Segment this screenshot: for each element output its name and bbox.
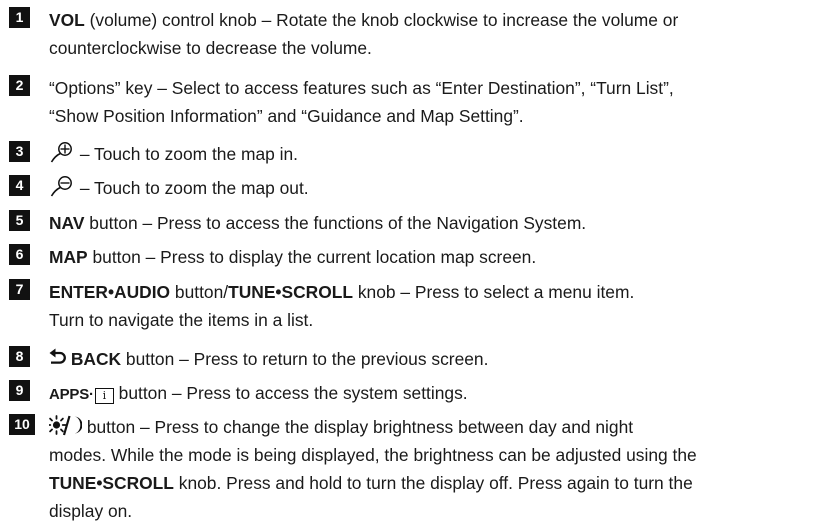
item-text: BACK button – Press to return to the pre… [49,345,488,373]
item-text: – Touch to zoom the map in. [49,140,298,168]
item-number-badge: 5 [9,210,30,231]
item-text: “Options” key – Select to access feature… [49,78,674,126]
item-number-badge: 1 [9,7,30,28]
item-text: VOL (volume) control knob – Rotate the k… [49,10,679,58]
control-name: TUNE•SCROLL [49,473,174,493]
list-item: 3 – Touch to zoom the map in. [9,140,809,168]
list-item: 5 NAV button – Press to access the funct… [9,209,809,237]
item-number-badge: 3 [9,141,30,162]
list-item: 7 ENTER•AUDIO button/TUNE•SCROLL knob – … [9,278,809,334]
control-name: BACK [66,349,122,369]
item-number-badge: 10 [9,414,35,435]
item-text: button – Press to change the display bri… [49,413,697,525]
control-name: VOL [49,10,85,30]
list-item: 9 APPS· i button – Press to access the sy… [9,379,809,409]
control-name: TUNE•SCROLL [228,282,354,302]
control-name: NAV [49,213,85,233]
zoom-in-icon [50,142,72,163]
item-text: APPS· i button – Press to access the syst… [49,383,468,404]
control-name: APPS· [49,386,94,403]
list-item: 8 BACK button – Press to return to the p… [9,345,809,373]
item-number-badge: 4 [9,175,30,196]
item-text: MAP button – Press to display the curren… [49,247,537,267]
item-number-badge: 2 [9,75,30,96]
item-number-badge: 7 [9,279,30,300]
list-item: 10 button – Press to change the display … [9,413,809,525]
back-arrow-icon [49,348,66,364]
list-item: 2 “Options” key – Select to access featu… [9,74,809,130]
item-number-badge: 9 [9,380,30,401]
item-text: ENTER•AUDIO button/TUNE•SCROLL knob – Pr… [49,282,635,330]
day-night-icon [49,415,82,436]
list-item: 1 VOL (volume) control knob – Rotate the… [9,6,809,62]
list-item: 6 MAP button – Press to display the curr… [9,243,809,271]
list-item: 4 – Touch to zoom the map out. [9,174,809,202]
item-number-badge: 8 [9,346,30,367]
zoom-out-icon [50,176,72,197]
item-text: NAV button – Press to access the functio… [49,213,587,233]
info-icon: i [94,388,114,404]
item-text: – Touch to zoom the map out. [49,174,309,202]
control-name: ENTER•AUDIO [49,282,171,302]
control-name: MAP [49,247,88,267]
item-number-badge: 6 [9,244,30,265]
